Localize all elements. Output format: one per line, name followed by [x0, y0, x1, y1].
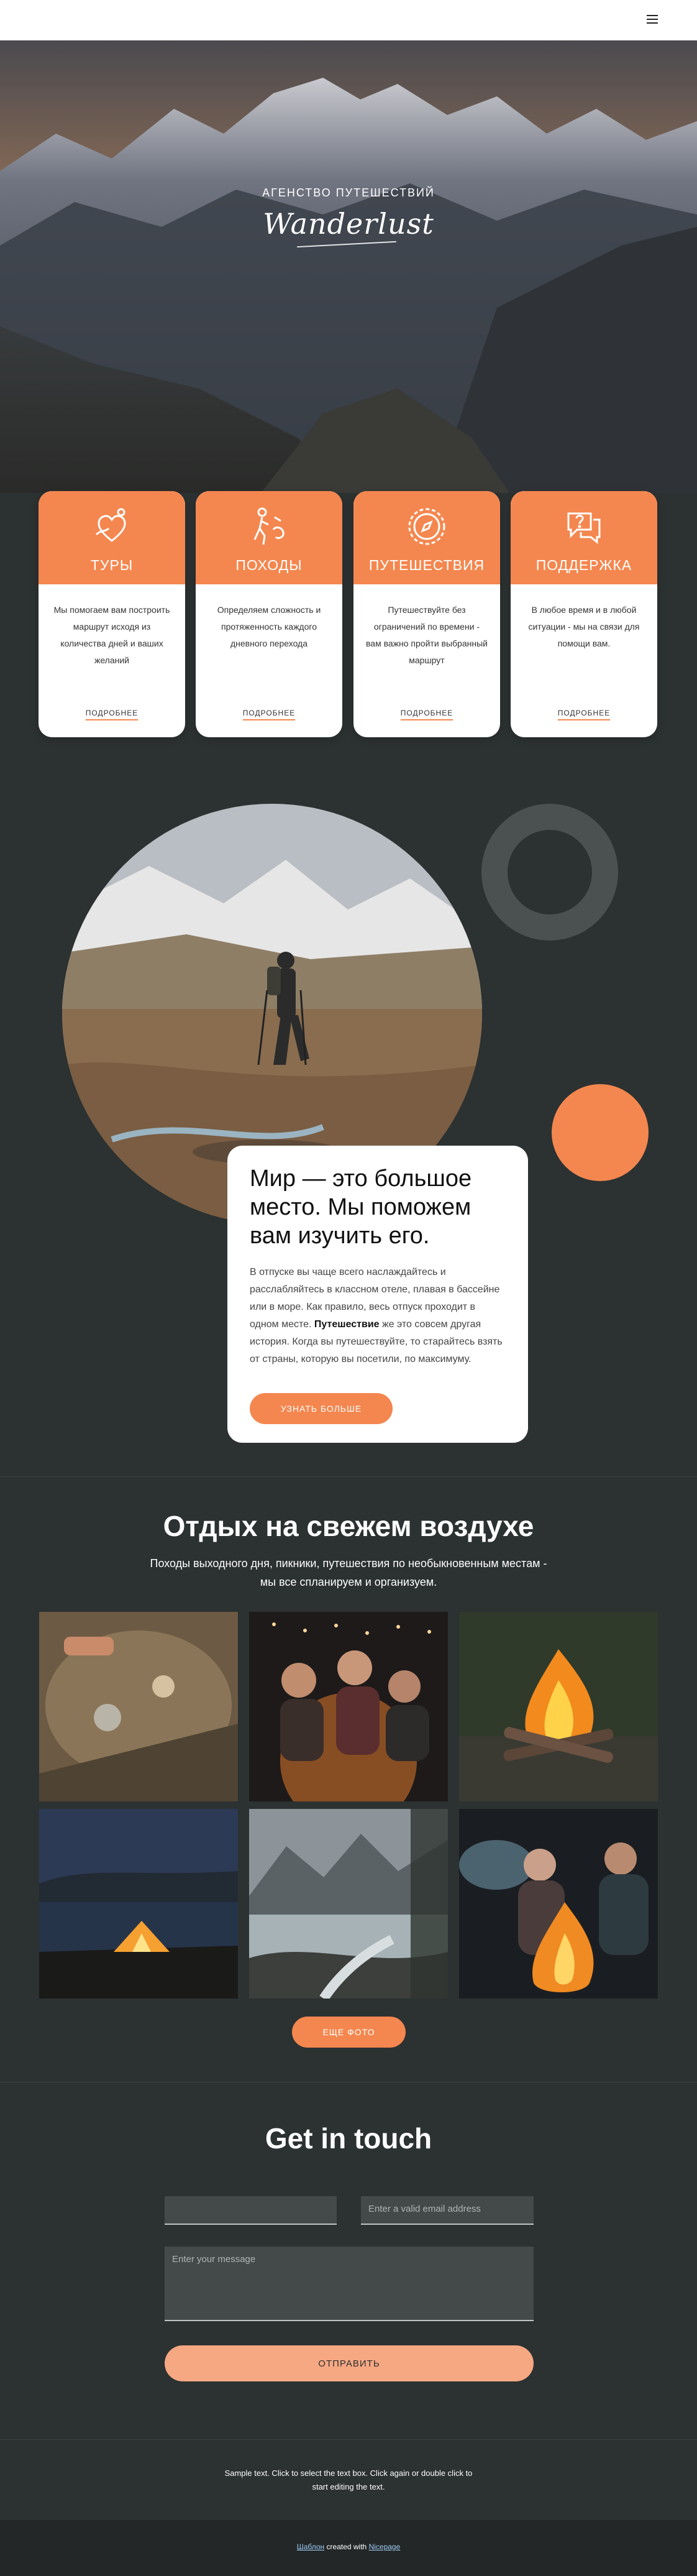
- gallery-photo-friends[interactable]: [249, 1612, 448, 1801]
- about-card: Мир — это большое место. Мы поможем вам …: [227, 1146, 528, 1443]
- card-header: ПОДДЕРЖКА: [511, 491, 657, 584]
- card-header: ПОХОДЫ: [196, 491, 342, 584]
- more-photos-button[interactable]: ЕЩЕ ФОТО: [292, 2017, 406, 2048]
- site-header: [0, 0, 697, 40]
- service-card-hikes: ПОХОДЫ Определяем сложность и протяженно…: [196, 491, 342, 737]
- about-text-bold: Путешествие: [314, 1319, 380, 1330]
- decorative-ring: [481, 804, 618, 941]
- outdoor-title: Отдых на свежем воздухе: [163, 1510, 534, 1542]
- card-title: ПОХОДЫ: [235, 557, 303, 573]
- message-field[interactable]: Enter your message: [165, 2247, 534, 2321]
- mountain-background: [0, 40, 697, 493]
- nicepage-link[interactable]: Nicepage: [369, 2542, 401, 2551]
- footer-sample-text[interactable]: Sample text. Click to select the text bo…: [224, 2467, 473, 2494]
- card-header: ТУРЫ: [39, 491, 185, 584]
- card-text: В любое время и в любой ситуации - мы на…: [528, 605, 640, 648]
- gallery-photo-tent[interactable]: [39, 1809, 238, 1999]
- credit-line: Шаблон created with Nicepage: [296, 2542, 401, 2551]
- chat-question-icon: [511, 505, 657, 548]
- hero-subtitle: АГЕНСТВО ПУТЕШЕСТВИЙ: [262, 186, 435, 199]
- contact-title: Get in touch: [265, 2122, 432, 2155]
- learn-more-button[interactable]: УЗНАТЬ БОЛЬШЕ: [250, 1393, 393, 1424]
- card-title: ТУРЫ: [90, 557, 134, 573]
- hamburger-menu-icon[interactable]: [645, 12, 660, 27]
- about-text: В отпуске вы чаще всего наслаждайтесь и …: [250, 1267, 503, 1364]
- card-more-link[interactable]: ПОДРОБНЕЕ: [196, 709, 342, 720]
- card-title: ПОДДЕРЖКА: [535, 557, 632, 573]
- card-text: Определяем сложность и протяженность каж…: [217, 605, 321, 648]
- compass-icon: [353, 505, 500, 548]
- card-title: ПУТЕШЕСТВИЯ: [368, 557, 485, 573]
- hero-section: АГЕНСТВО ПУТЕШЕСТВИЙ Wanderlust: [0, 40, 697, 493]
- section-divider: [0, 2439, 697, 2440]
- card-header: ПУТЕШЕСТВИЯ: [353, 491, 500, 584]
- about-title: Мир — это большое место. Мы поможем вам …: [250, 1166, 472, 1249]
- hiker-icon: [196, 505, 342, 548]
- card-more-link[interactable]: ПОДРОБНЕЕ: [511, 709, 657, 720]
- heart-route-icon: [39, 505, 185, 548]
- service-card-tours: ТУРЫ Мы помогаем вам построить маршрут и…: [39, 491, 185, 737]
- brand-logo[interactable]: Wanderlust: [0, 207, 697, 241]
- section-divider: [0, 1476, 697, 1477]
- gallery-photo-couple-fire[interactable]: [459, 1809, 658, 1999]
- outdoor-subtitle: Походы выходного дня, пикники, путешеств…: [150, 1557, 547, 1588]
- submit-button[interactable]: ОТПРАВИТЬ: [165, 2345, 534, 2381]
- gallery-photo-campfire[interactable]: [459, 1612, 658, 1801]
- decorative-orange-circle: [552, 1084, 649, 1181]
- service-card-support: ПОДДЕРЖКА В любое время и в любой ситуац…: [511, 491, 657, 737]
- card-more-link[interactable]: ПОДРОБНЕЕ: [39, 709, 185, 720]
- card-text: Мы помогаем вам построить маршрут исходя…: [53, 605, 170, 665]
- template-link[interactable]: Шаблон: [297, 2542, 324, 2551]
- gallery-photo-picnic[interactable]: [39, 1612, 238, 1801]
- gallery-photo-lake[interactable]: [249, 1809, 448, 1999]
- email-field[interactable]: Enter a valid email address: [361, 2196, 534, 2225]
- card-more-link[interactable]: ПОДРОБНЕЕ: [353, 709, 500, 720]
- service-card-travel: ПУТЕШЕСТВИЯ Путешествуйте без ограничени…: [353, 491, 500, 737]
- card-text: Путешествуйте без ограничений по времени…: [366, 605, 488, 665]
- name-field[interactable]: [165, 2196, 337, 2225]
